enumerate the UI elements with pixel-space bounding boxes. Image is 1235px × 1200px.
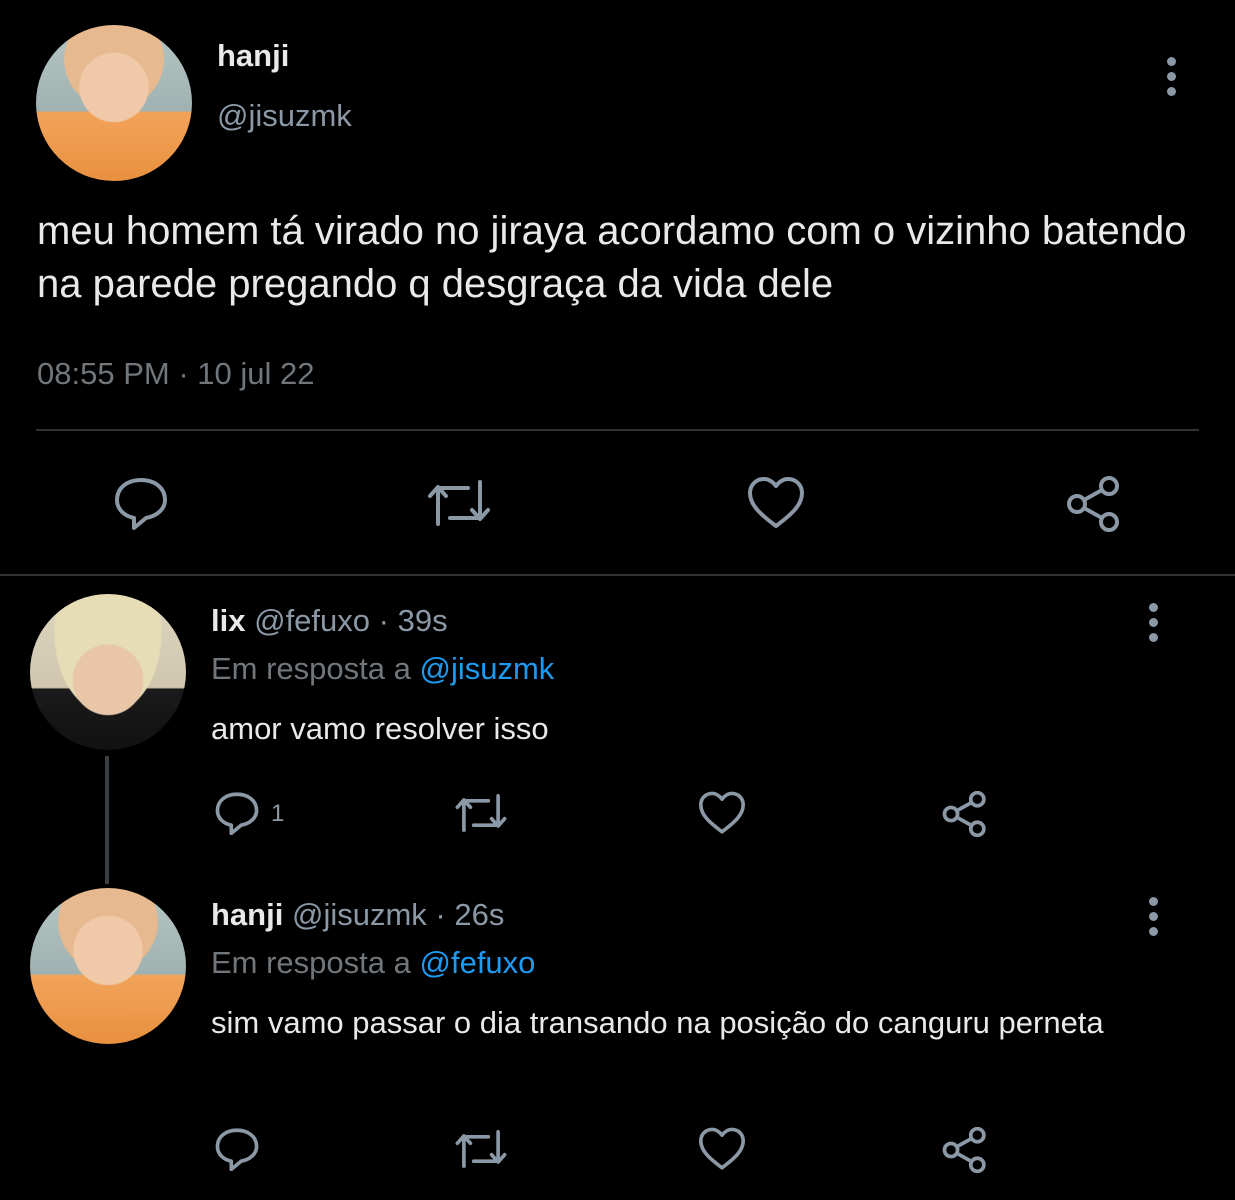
reply-button[interactable] (112, 476, 170, 530)
reply-context: Em resposta a @jisuzmk (211, 651, 554, 687)
reply-button[interactable] (213, 1127, 261, 1171)
display-name[interactable]: hanji (217, 38, 289, 74)
reply-prefix: Em resposta a (211, 651, 411, 686)
like-icon (698, 1127, 746, 1170)
reply-context: Em resposta a @fefuxo (211, 945, 535, 981)
like-button[interactable] (746, 476, 806, 530)
retweet-button[interactable] (452, 1127, 510, 1171)
reply-time[interactable]: 39s (398, 603, 448, 638)
display-name[interactable]: lix (211, 603, 245, 638)
avatar[interactable] (30, 594, 186, 750)
reply-text: sim vamo passar o dia transando na posiç… (211, 1005, 1104, 1040)
reply-header[interactable]: hanji @jisuzmk · 26s (211, 897, 504, 933)
share-icon (942, 791, 986, 837)
mention-link[interactable]: @fefuxo (420, 945, 536, 980)
reply-header[interactable]: lix @fefuxo · 39s (211, 603, 448, 639)
reply-time[interactable]: 26s (454, 897, 504, 932)
retweet-button[interactable] (452, 791, 510, 835)
retweet-icon (455, 794, 507, 832)
tweet-time: 08:55 PM (37, 356, 170, 391)
avatar[interactable] (30, 888, 186, 1044)
reply-text: amor vamo resolver isso (211, 711, 549, 746)
like-icon (698, 791, 746, 834)
mention-link[interactable]: @jisuzmk (420, 651, 555, 686)
reply-count: 1 (271, 800, 285, 827)
like-button[interactable] (697, 791, 747, 835)
avatar[interactable] (36, 25, 192, 181)
share-icon (1067, 476, 1119, 532)
reply-icon (215, 792, 259, 835)
more-options-icon[interactable] (1148, 603, 1160, 648)
tweet-timestamp[interactable]: 08:55 PM · 10 jul 22 (37, 356, 315, 392)
display-name[interactable]: hanji (211, 897, 283, 932)
reply-icon (115, 478, 167, 530)
retweet-button[interactable] (424, 476, 494, 530)
handle[interactable]: @fefuxo (254, 603, 370, 638)
share-icon (942, 1127, 986, 1173)
reply-button[interactable] (213, 791, 261, 835)
reply-prefix: Em resposta a (211, 945, 411, 980)
separator: · (378, 603, 389, 638)
retweet-icon (428, 480, 490, 526)
share-button[interactable] (941, 791, 989, 837)
handle[interactable]: @jisuzmk (217, 98, 352, 134)
separator: · (178, 356, 189, 391)
tweet-text: meu homem tá virado no jiraya acordamo c… (37, 209, 1187, 306)
retweet-icon (455, 1130, 507, 1168)
divider (36, 429, 1199, 431)
thread-line (105, 756, 109, 884)
reply-icon (215, 1128, 259, 1171)
like-button[interactable] (697, 1127, 747, 1171)
like-icon (748, 477, 804, 528)
divider (0, 574, 1235, 576)
share-button[interactable] (1065, 476, 1123, 532)
more-options-icon[interactable] (1166, 57, 1178, 102)
tweet-date: 10 jul 22 (197, 356, 315, 391)
more-options-icon[interactable] (1148, 897, 1160, 942)
share-button[interactable] (941, 1127, 989, 1173)
handle[interactable]: @jisuzmk (292, 897, 427, 932)
separator: · (435, 897, 446, 932)
